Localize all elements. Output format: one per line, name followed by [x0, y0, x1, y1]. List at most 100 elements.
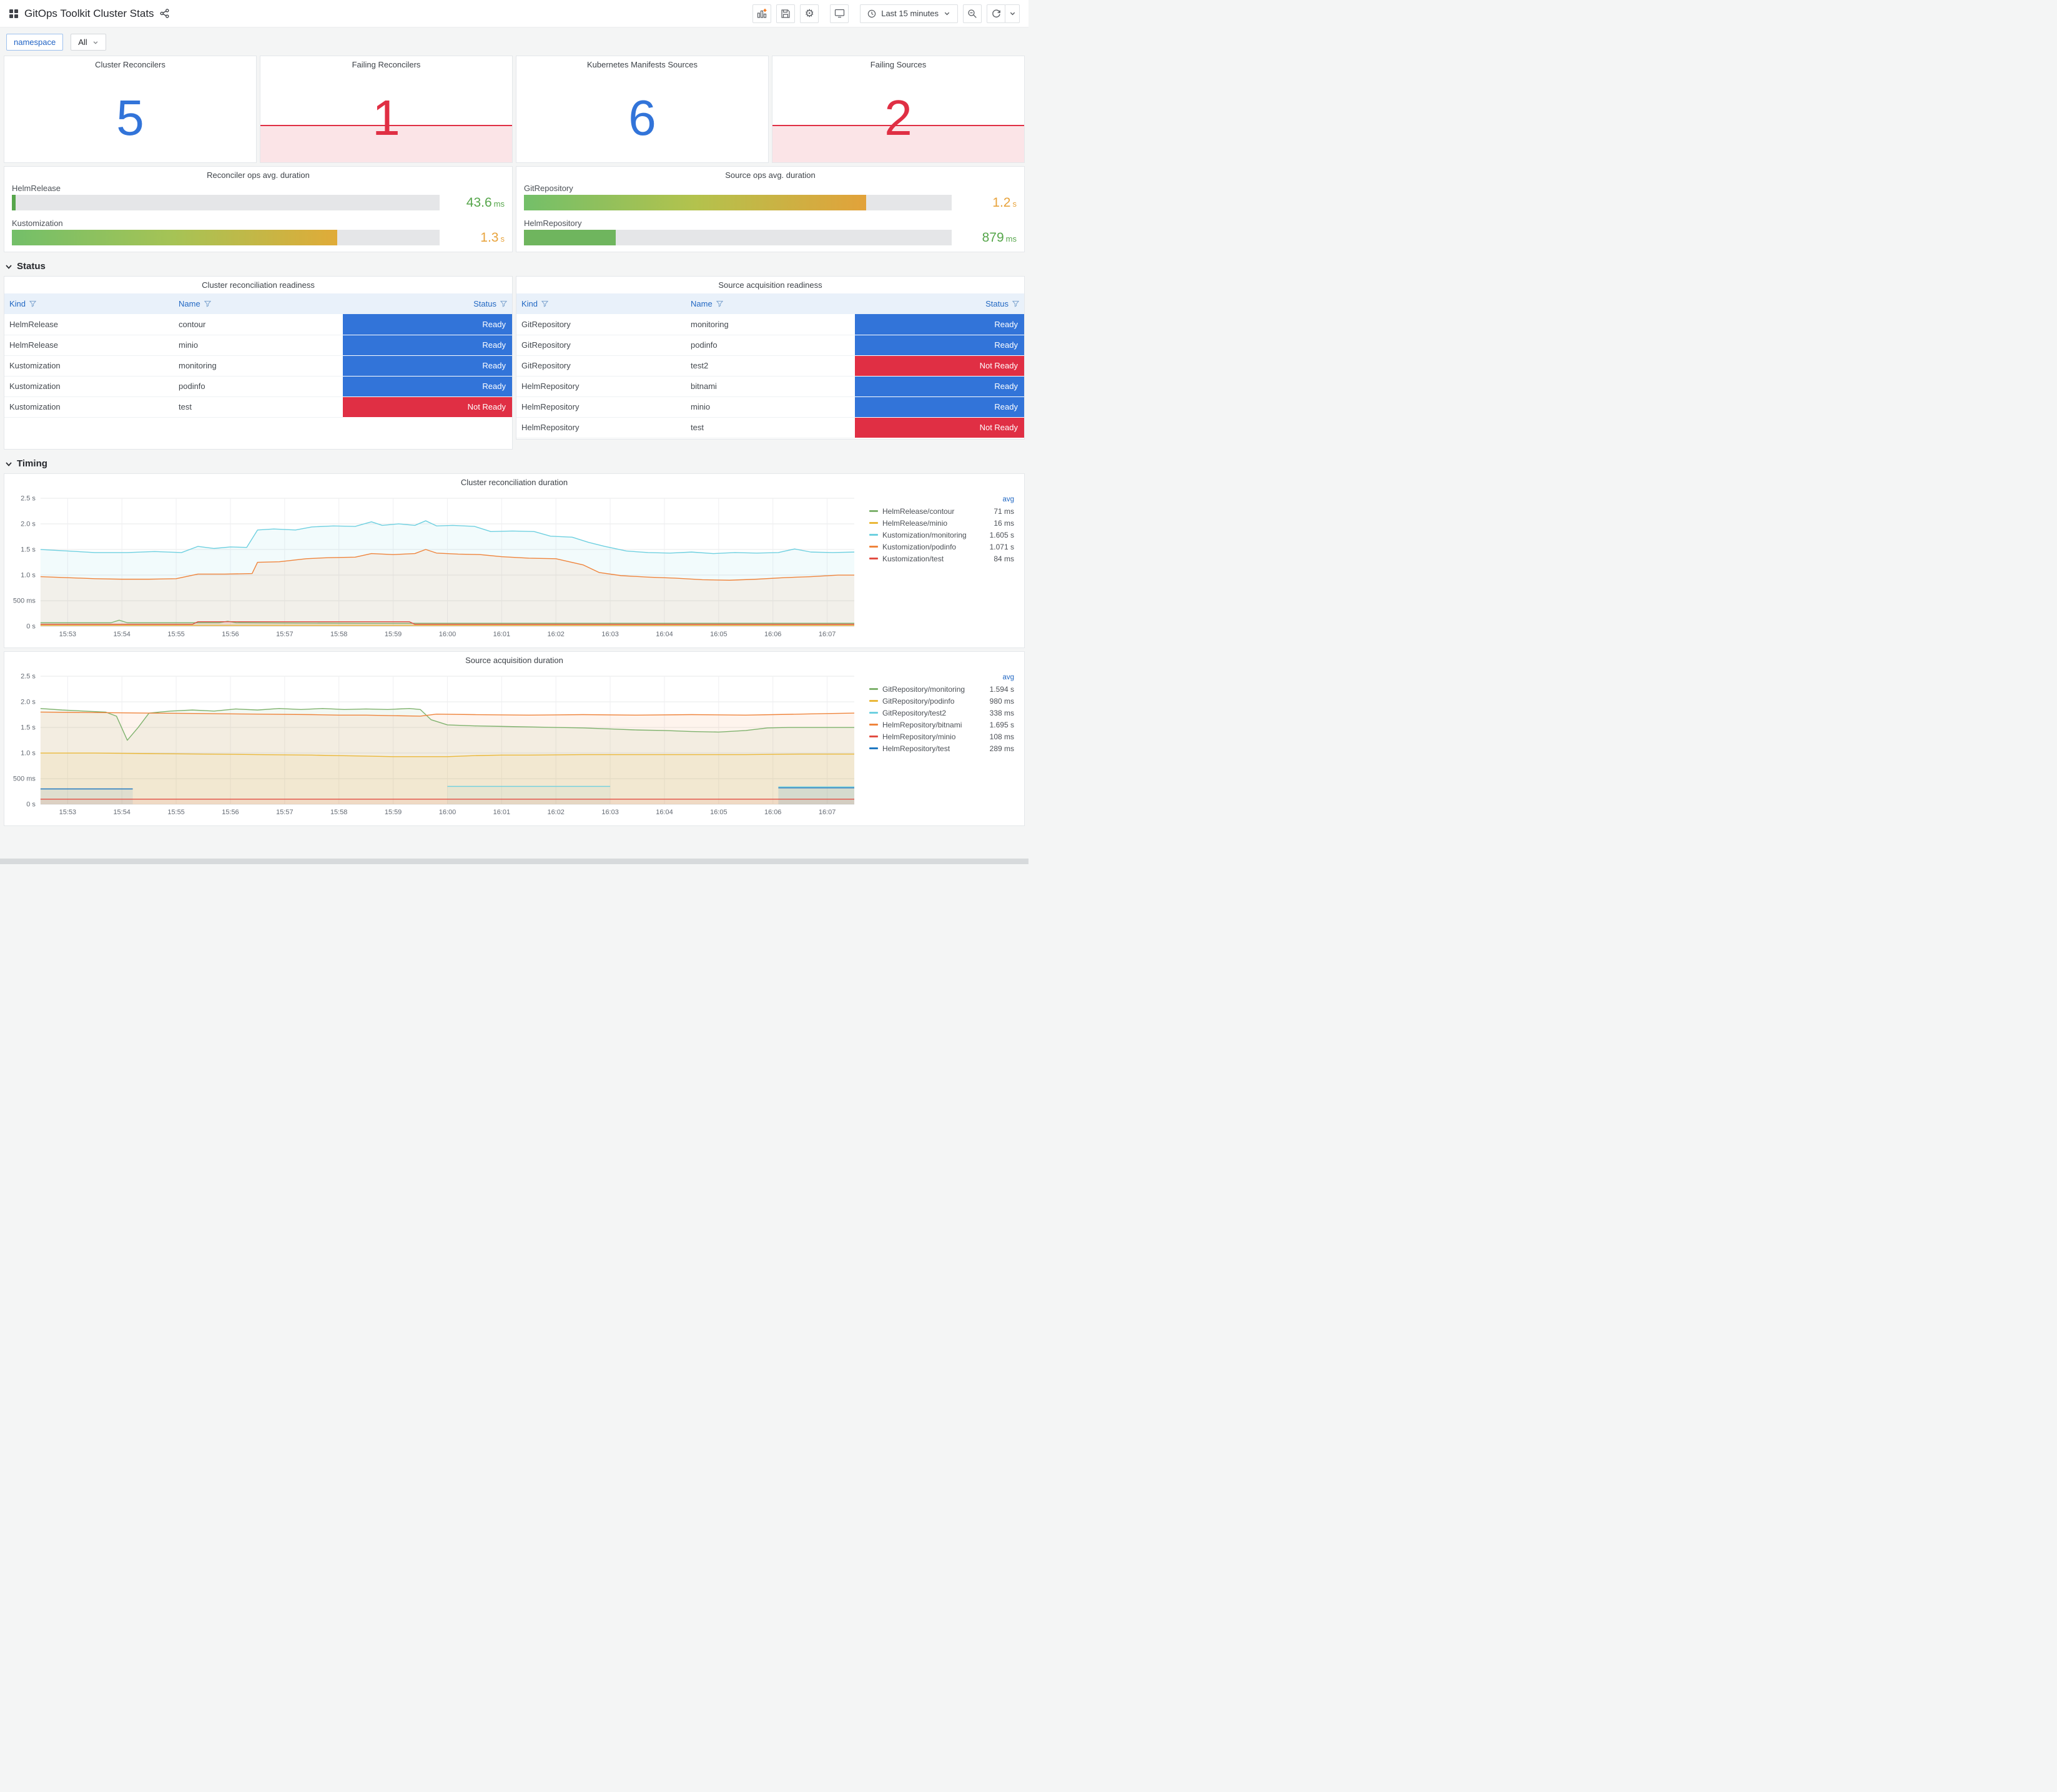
chart-row-2: Source acquisition duration 0 s 500 ms 1.0…	[0, 651, 1028, 826]
column-header-name[interactable]: Name	[174, 293, 343, 314]
save-dashboard-button[interactable]	[776, 4, 796, 23]
panel-title[interactable]: Source acquisition readiness	[516, 277, 1024, 293]
refresh-button[interactable]	[987, 4, 1005, 23]
panel-reconciler-ops-duration: Reconciler ops avg. duration HelmRelease…	[4, 166, 513, 252]
legend-item[interactable]: HelmRepository/test 289 ms	[869, 742, 1014, 754]
cell-name: podinfo	[174, 376, 343, 397]
panel-title[interactable]: Cluster Reconcilers	[4, 56, 256, 73]
table-row: Kustomization podinfo Ready	[4, 376, 512, 397]
svg-text:15:53: 15:53	[59, 809, 76, 816]
legend-avg-header[interactable]: avg	[869, 674, 1014, 681]
svg-text:15:56: 15:56	[222, 809, 239, 816]
cell-kind: HelmRepository	[516, 376, 686, 397]
zoom-out-button[interactable]	[963, 4, 982, 23]
column-header-kind[interactable]: Kind	[516, 293, 686, 314]
time-series-plot[interactable]: 0 s 500 ms 1.0 s 1.5 s 2.0 s 2.5 s 15:53 15:54 1…	[7, 670, 862, 822]
stat-panel-failing-sources: Failing Sources 2	[772, 56, 1025, 163]
legend-item[interactable]: GitRepository/monitoring 1.594 s	[869, 683, 1014, 695]
panel-title[interactable]: Failing Reconcilers	[260, 56, 512, 73]
column-header-kind[interactable]: Kind	[4, 293, 174, 314]
refresh-interval-dropdown[interactable]	[1005, 4, 1020, 23]
series-color-marker	[869, 522, 878, 524]
legend-item[interactable]: Kustomization/podinfo 1.071 s	[869, 541, 1014, 553]
cycle-view-mode-button[interactable]	[830, 4, 849, 23]
stats-row: Cluster Reconcilers 5 Failing Reconciler…	[0, 56, 1028, 163]
variable-namespace-select[interactable]: All	[71, 34, 106, 51]
apps-grid-icon[interactable]	[9, 9, 19, 19]
legend-item[interactable]: HelmRepository/bitnami 1.695 s	[869, 719, 1014, 731]
status-badge: Not Ready	[855, 417, 1024, 438]
series-color-marker	[869, 688, 878, 690]
table-row: GitRepository podinfo Ready	[516, 335, 1024, 356]
gauge-value: 43.6 ms	[466, 195, 505, 210]
filter-icon	[541, 300, 549, 307]
bar-gauge-helmrelease: HelmRelease 43.6 ms	[12, 184, 505, 210]
table-row: Kustomization test Not Ready	[4, 396, 512, 418]
svg-text:16:06: 16:06	[764, 809, 781, 816]
stat-panel-manifests-sources: Kubernetes Manifests Sources 6	[516, 56, 769, 163]
dashboard-title[interactable]: GitOps Toolkit Cluster Stats	[24, 7, 154, 20]
gauge-fill	[12, 195, 16, 210]
svg-text:16:05: 16:05	[710, 631, 727, 638]
svg-text:1.5 s: 1.5 s	[21, 546, 36, 554]
stat-value: 6	[628, 89, 656, 145]
svg-text:15:59: 15:59	[385, 809, 402, 816]
gauge-label: Kustomization	[12, 219, 63, 228]
add-panel-button[interactable]	[752, 4, 772, 23]
series-name: HelmRelease/contour	[882, 506, 955, 516]
variable-namespace-label[interactable]: namespace	[6, 34, 64, 51]
column-header-name[interactable]: Name	[686, 293, 855, 314]
status-badge: Ready	[855, 314, 1024, 335]
chevron-down-icon	[6, 461, 12, 466]
gauge-track	[12, 230, 440, 245]
series-avg-value: 1.605 s	[989, 530, 1014, 539]
svg-text:16:04: 16:04	[656, 809, 673, 816]
column-header-status[interactable]: Status	[343, 293, 512, 314]
series-avg-value: 1.695 s	[989, 720, 1014, 729]
stat-panel-cluster-reconcilers: Cluster Reconcilers 5	[4, 56, 257, 163]
panel-title[interactable]: Kubernetes Manifests Sources	[516, 56, 768, 73]
section-row-status[interactable]: Status	[5, 261, 1024, 272]
gauge-fill	[12, 230, 337, 245]
panel-title[interactable]: Reconciler ops avg. duration	[4, 167, 512, 184]
legend-item[interactable]: Kustomization/monitoring 1.605 s	[869, 529, 1014, 541]
panel-title[interactable]: Cluster reconciliation readiness	[4, 277, 512, 293]
legend-item[interactable]: HelmRepository/minio 108 ms	[869, 731, 1014, 742]
time-range-picker[interactable]: Last 15 minutes	[860, 4, 958, 23]
bar-gauge-kustomization: Kustomization 1.3 s	[12, 219, 505, 245]
legend-item[interactable]: HelmRelease/minio 16 ms	[869, 517, 1014, 529]
stat-value: 1	[372, 89, 400, 145]
cell-kind: Kustomization	[4, 396, 174, 418]
series-color-marker	[869, 558, 878, 559]
cell-name: minio	[174, 335, 343, 356]
gauge-label: HelmRelease	[12, 184, 61, 193]
dashboard-settings-button[interactable]: ⚙	[800, 4, 819, 23]
dashboard-header: GitOps Toolkit Cluster Stats ⚙ Last 15 m…	[0, 0, 1028, 27]
chart-legend: avg HelmRelease/contour 71 ms HelmRelease/m…	[862, 492, 1019, 644]
legend-item[interactable]: Kustomization/test 84 ms	[869, 553, 1014, 564]
legend-item[interactable]: GitRepository/podinfo 980 ms	[869, 695, 1014, 707]
status-badge: Not Ready	[855, 355, 1024, 377]
series-avg-value: 980 ms	[989, 696, 1014, 706]
legend-item[interactable]: HelmRelease/contour 71 ms	[869, 505, 1014, 517]
panel-title[interactable]: Cluster reconciliation duration	[4, 474, 1024, 491]
gear-icon: ⚙	[804, 7, 814, 19]
share-icon[interactable]	[160, 9, 169, 18]
table-row: GitRepository monitoring Ready	[516, 314, 1024, 335]
series-avg-value: 1.071 s	[989, 542, 1014, 551]
panel-title[interactable]: Source ops avg. duration	[516, 167, 1024, 184]
column-header-status[interactable]: Status	[855, 293, 1024, 314]
cell-kind: HelmRepository	[516, 396, 686, 418]
time-series-plot[interactable]: 0 s 500 ms 1.0 s 1.5 s 2.0 s 2.5 s 15:53 15:54 1…	[7, 492, 862, 644]
legend-avg-header[interactable]: avg	[869, 496, 1014, 503]
legend-item[interactable]: GitRepository/test2 338 ms	[869, 707, 1014, 719]
section-row-timing[interactable]: Timing	[5, 458, 1024, 469]
panel-title[interactable]: Failing Sources	[772, 56, 1024, 73]
panel-title[interactable]: Source acquisition duration	[4, 652, 1024, 669]
variable-namespace-value: All	[78, 37, 87, 47]
svg-text:16:01: 16:01	[493, 631, 510, 638]
svg-text:16:03: 16:03	[601, 631, 618, 638]
readiness-table: Kind Name Status HelmRelease contour Ready…	[4, 293, 512, 418]
cell-name: bitnami	[686, 376, 855, 397]
gauge-track	[524, 195, 952, 210]
